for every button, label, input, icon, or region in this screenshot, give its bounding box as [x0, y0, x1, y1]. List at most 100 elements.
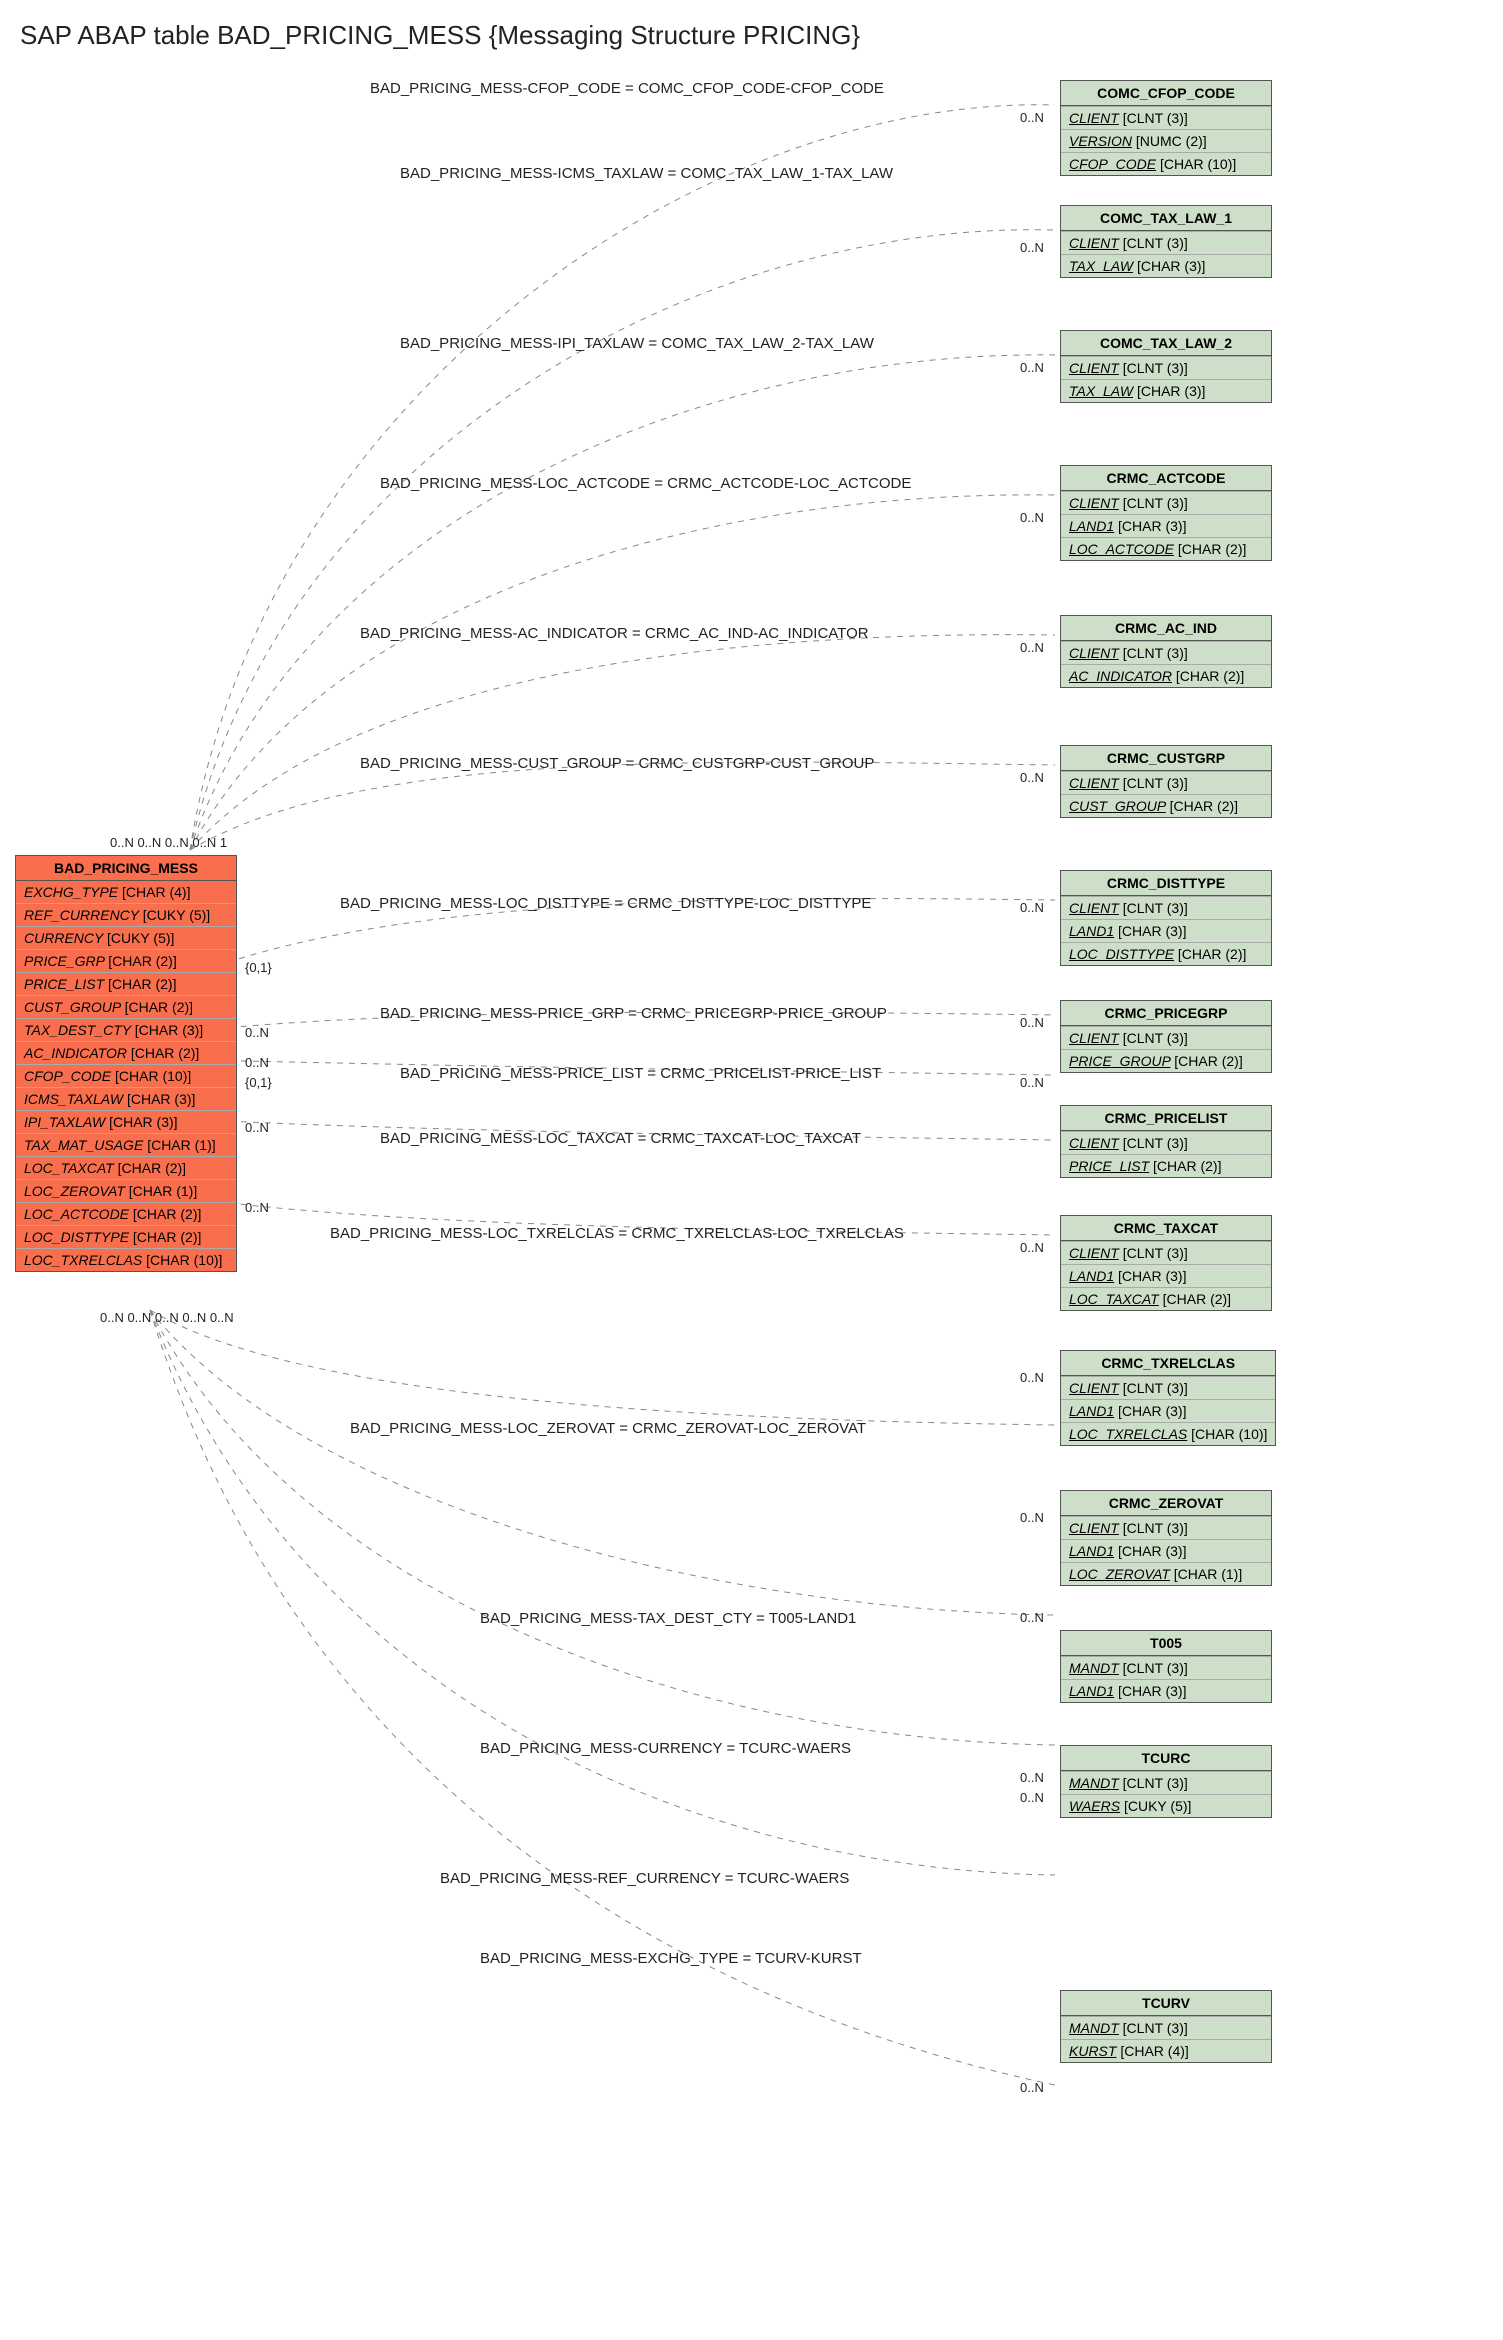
- entity-crmc_actcode: CRMC_ACTCODECLIENT [CLNT (3)]LAND1 [CHAR…: [1060, 465, 1272, 561]
- cardinality-right: 0..N: [1020, 360, 1044, 375]
- entity-main: BAD_PRICING_MESS EXCHG_TYPE [CHAR (4)]RE…: [15, 855, 237, 1272]
- page-title: SAP ABAP table BAD_PRICING_MESS {Messagi…: [20, 20, 1503, 51]
- cardinality-right: 0..N: [1020, 110, 1044, 125]
- main-field: PRICE_LIST [CHAR (2)]: [16, 972, 236, 995]
- main-field: TAX_DEST_CTY [CHAR (3)]: [16, 1018, 236, 1041]
- entity-field: LAND1 [CHAR (3)]: [1061, 1264, 1271, 1287]
- main-field: PRICE_GRP [CHAR (2)]: [16, 949, 236, 972]
- entity-crmc_ac_ind: CRMC_AC_INDCLIENT [CLNT (3)]AC_INDICATOR…: [1060, 615, 1272, 688]
- cardinality-left: 0..N: [245, 1120, 269, 1135]
- cardinality-left: 0..N: [245, 1200, 269, 1215]
- entity-field: LAND1 [CHAR (3)]: [1061, 919, 1271, 942]
- cardinality-left: {0,1}: [245, 1075, 272, 1090]
- entity-title: CRMC_TAXCAT: [1061, 1216, 1271, 1241]
- cardinality-left: 0..N: [245, 1025, 269, 1040]
- main-field: LOC_ACTCODE [CHAR (2)]: [16, 1202, 236, 1225]
- entity-field: MANDT [CLNT (3)]: [1061, 1771, 1271, 1794]
- main-field: LOC_TXRELCLAS [CHAR (10)]: [16, 1248, 236, 1271]
- cardinality-right: 0..N: [1020, 770, 1044, 785]
- main-field: EXCHG_TYPE [CHAR (4)]: [16, 881, 236, 903]
- entity-field: WAERS [CUKY (5)]: [1061, 1794, 1271, 1817]
- main-field: REF_CURRENCY [CUKY (5)]: [16, 903, 236, 926]
- entity-title: BAD_PRICING_MESS: [16, 856, 236, 881]
- cardinality-left: 0..N: [245, 1055, 269, 1070]
- entity-field: VERSION [NUMC (2)]: [1061, 129, 1271, 152]
- entity-field: LOC_TAXCAT [CHAR (2)]: [1061, 1287, 1271, 1310]
- cardinality-right: 0..N: [1020, 640, 1044, 655]
- main-field: LOC_DISTTYPE [CHAR (2)]: [16, 1225, 236, 1248]
- cardinality-right: 0..N: [1020, 1240, 1044, 1255]
- cardinality-right: 0..N: [1020, 240, 1044, 255]
- relation-label: BAD_PRICING_MESS-CUST_GROUP = CRMC_CUSTG…: [360, 755, 874, 772]
- relation-label: BAD_PRICING_MESS-CFOP_CODE = COMC_CFOP_C…: [370, 80, 884, 97]
- relation-label: BAD_PRICING_MESS-EXCHG_TYPE = TCURV-KURS…: [480, 1950, 862, 1967]
- entity-title: CRMC_ZEROVAT: [1061, 1491, 1271, 1516]
- entity-crmc_disttype: CRMC_DISTTYPECLIENT [CLNT (3)]LAND1 [CHA…: [1060, 870, 1272, 966]
- entity-title: TCURC: [1061, 1746, 1271, 1771]
- entity-field: CLIENT [CLNT (3)]: [1061, 1376, 1275, 1399]
- entity-title: CRMC_CUSTGRP: [1061, 746, 1271, 771]
- entity-tcurc: TCURCMANDT [CLNT (3)]WAERS [CUKY (5)]: [1060, 1745, 1272, 1818]
- entity-field: CLIENT [CLNT (3)]: [1061, 641, 1271, 664]
- entity-crmc_taxcat: CRMC_TAXCATCLIENT [CLNT (3)]LAND1 [CHAR …: [1060, 1215, 1272, 1311]
- entity-field: LAND1 [CHAR (3)]: [1061, 1399, 1275, 1422]
- card-top-cluster: 0..N 0..N 0..N 0..N 1: [110, 835, 227, 850]
- entity-field: MANDT [CLNT (3)]: [1061, 1656, 1271, 1679]
- entity-field: PRICE_GROUP [CHAR (2)]: [1061, 1049, 1271, 1072]
- entity-title: COMC_CFOP_CODE: [1061, 81, 1271, 106]
- relation-label: BAD_PRICING_MESS-PRICE_GRP = CRMC_PRICEG…: [380, 1005, 887, 1022]
- relation-label: BAD_PRICING_MESS-LOC_ZEROVAT = CRMC_ZERO…: [350, 1420, 866, 1437]
- entity-field: CLIENT [CLNT (3)]: [1061, 896, 1271, 919]
- entity-field: TAX_LAW [CHAR (3)]: [1061, 254, 1271, 277]
- relation-label: BAD_PRICING_MESS-LOC_DISTTYPE = CRMC_DIS…: [340, 895, 871, 912]
- entity-field: LOC_ZEROVAT [CHAR (1)]: [1061, 1562, 1271, 1585]
- relation-label: BAD_PRICING_MESS-LOC_TXRELCLAS = CRMC_TX…: [330, 1225, 904, 1242]
- entity-tcurv: TCURVMANDT [CLNT (3)]KURST [CHAR (4)]: [1060, 1990, 1272, 2063]
- entity-crmc_pricelist: CRMC_PRICELISTCLIENT [CLNT (3)]PRICE_LIS…: [1060, 1105, 1272, 1178]
- main-field: LOC_TAXCAT [CHAR (2)]: [16, 1156, 236, 1179]
- entity-field: LOC_ACTCODE [CHAR (2)]: [1061, 537, 1271, 560]
- cardinality-right: 0..N: [1020, 1770, 1044, 1785]
- main-field: CFOP_CODE [CHAR (10)]: [16, 1064, 236, 1087]
- relation-label: BAD_PRICING_MESS-LOC_ACTCODE = CRMC_ACTC…: [380, 475, 911, 492]
- cardinality-right: 0..N: [1020, 900, 1044, 915]
- entity-field: MANDT [CLNT (3)]: [1061, 2016, 1271, 2039]
- entity-title: TCURV: [1061, 1991, 1271, 2016]
- cardinality-right: 0..N: [1020, 1610, 1044, 1625]
- card-bot-cluster: 0..N 0..N 0..N 0..N 0..N: [100, 1310, 234, 1325]
- entity-field: CLIENT [CLNT (3)]: [1061, 356, 1271, 379]
- cardinality-right: 0..N: [1020, 1015, 1044, 1030]
- relation-label: BAD_PRICING_MESS-PRICE_LIST = CRMC_PRICE…: [400, 1065, 881, 1082]
- entity-title: CRMC_ACTCODE: [1061, 466, 1271, 491]
- entity-field: CFOP_CODE [CHAR (10)]: [1061, 152, 1271, 175]
- main-field: CURRENCY [CUKY (5)]: [16, 926, 236, 949]
- cardinality-right: 0..N: [1020, 1510, 1044, 1525]
- entity-field: CLIENT [CLNT (3)]: [1061, 1516, 1271, 1539]
- relation-label: BAD_PRICING_MESS-AC_INDICATOR = CRMC_AC_…: [360, 625, 869, 642]
- entity-field: CLIENT [CLNT (3)]: [1061, 231, 1271, 254]
- entity-crmc_zerovat: CRMC_ZEROVATCLIENT [CLNT (3)]LAND1 [CHAR…: [1060, 1490, 1272, 1586]
- entity-crmc_custgrp: CRMC_CUSTGRPCLIENT [CLNT (3)]CUST_GROUP …: [1060, 745, 1272, 818]
- main-field: CUST_GROUP [CHAR (2)]: [16, 995, 236, 1018]
- main-field: LOC_ZEROVAT [CHAR (1)]: [16, 1179, 236, 1202]
- entity-field: KURST [CHAR (4)]: [1061, 2039, 1271, 2062]
- entity-field: LAND1 [CHAR (3)]: [1061, 1679, 1271, 1702]
- relation-label: BAD_PRICING_MESS-ICMS_TAXLAW = COMC_TAX_…: [400, 165, 893, 182]
- entity-field: CLIENT [CLNT (3)]: [1061, 771, 1271, 794]
- cardinality-right: 0..N: [1020, 1370, 1044, 1385]
- main-field: IPI_TAXLAW [CHAR (3)]: [16, 1110, 236, 1133]
- entity-field: LOC_DISTTYPE [CHAR (2)]: [1061, 942, 1271, 965]
- entity-title: COMC_TAX_LAW_1: [1061, 206, 1271, 231]
- entity-field: CLIENT [CLNT (3)]: [1061, 106, 1271, 129]
- cardinality-right: 0..N: [1020, 510, 1044, 525]
- entity-comc_tax_law_2: COMC_TAX_LAW_2CLIENT [CLNT (3)]TAX_LAW […: [1060, 330, 1272, 403]
- entity-field: CLIENT [CLNT (3)]: [1061, 1026, 1271, 1049]
- entity-crmc_txrelclas: CRMC_TXRELCLASCLIENT [CLNT (3)]LAND1 [CH…: [1060, 1350, 1276, 1446]
- entity-field: CUST_GROUP [CHAR (2)]: [1061, 794, 1271, 817]
- entity-field: LAND1 [CHAR (3)]: [1061, 514, 1271, 537]
- relation-label: BAD_PRICING_MESS-REF_CURRENCY = TCURC-WA…: [440, 1870, 849, 1887]
- entity-field: CLIENT [CLNT (3)]: [1061, 1131, 1271, 1154]
- entity-comc_tax_law_1: COMC_TAX_LAW_1CLIENT [CLNT (3)]TAX_LAW […: [1060, 205, 1272, 278]
- entity-field: CLIENT [CLNT (3)]: [1061, 491, 1271, 514]
- cardinality-right: 0..N: [1020, 1075, 1044, 1090]
